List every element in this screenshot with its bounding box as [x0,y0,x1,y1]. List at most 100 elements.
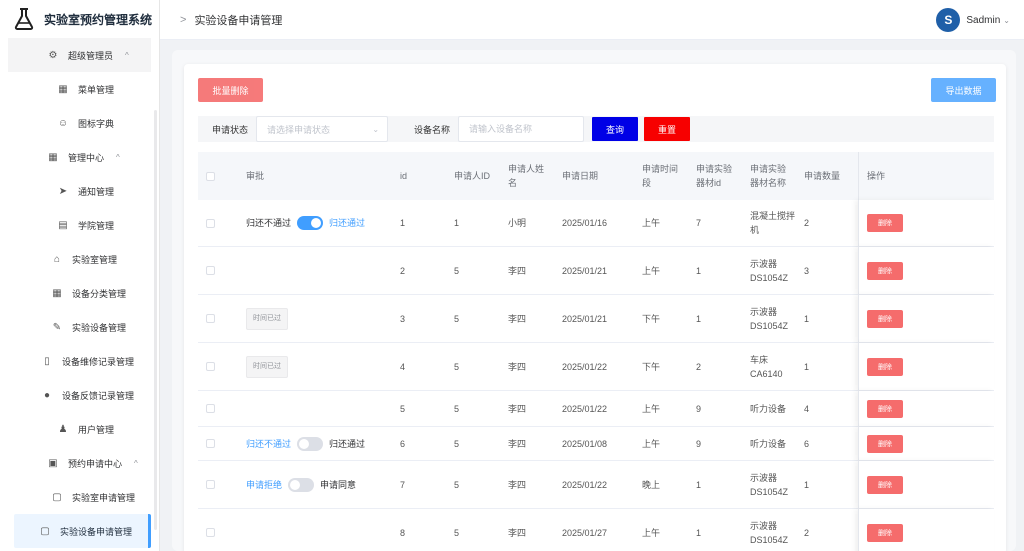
cell-equipment-name: 示波器 DS1054Z [750,258,789,283]
delete-button[interactable]: 删除 [867,309,903,328]
sidebar-item-label: 预约申请中心 [68,458,123,469]
sidebar-item[interactable]: ▦ 设备分类管理 [0,276,159,310]
sidebar-item-label: 实验室申请管理 [72,492,136,503]
edit-icon: ✎ [52,321,62,333]
cell-applicant-name: 李四 [508,361,527,372]
breadcrumb[interactable]: 实验设备申请管理 [194,12,282,28]
switch-inactive-label[interactable]: 申请拒绝 [246,478,282,492]
send-icon: ➤ [58,185,68,197]
chevron-down-icon[interactable]: ⌄ [1003,16,1010,25]
avatar[interactable]: S [936,8,961,32]
cell-date: 2025/01/21 [562,313,608,324]
sidebar-item[interactable]: ☺ 图标字典 [0,106,159,140]
delete-button[interactable]: 删除 [867,357,903,376]
cell-applicant-name: 李四 [508,527,527,538]
delete-button[interactable]: 删除 [867,399,903,418]
switch-active-label[interactable]: 归还通过 [329,437,365,451]
sidebar-item[interactable]: ⚙ 超级管理员 ^ [8,38,151,72]
device-name-input[interactable] [458,116,585,142]
sidebar-item[interactable]: ✎ 实验设备管理 [0,310,159,344]
cell-id: 2 [400,265,406,276]
sidebar-item-label: 菜单管理 [78,84,115,95]
delete-button[interactable]: 删除 [867,214,903,232]
table-row: 申请拒绝 申请同意 7 5 李四 2025/01/22 晚上 1 示波器 DS1054Z 1 删除 [198,461,994,509]
row-checkbox[interactable] [206,509,215,551]
sidebar-item-label: 设备维修记录管理 [62,356,135,367]
cell-applicant-name: 小明 [508,218,527,228]
sidebar-item[interactable]: ➤ 通知管理 [0,174,159,208]
cell-applicant-id: 1 [454,218,460,228]
sidebar-item[interactable]: ⌂ 实验室管理 [0,242,159,276]
cell-applicant-id: 5 [454,438,460,449]
sidebar-item[interactable]: ● 设备反馈记录管理 [0,378,159,412]
row-checkbox[interactable] [206,391,215,426]
cell-period: 下午 [642,361,661,372]
user-menu[interactable]: S Sadmin ⌄ [936,8,1010,32]
cell-applicant-name: 李四 [508,313,527,324]
select-all-checkbox[interactable] [206,152,215,200]
row-checkbox[interactable] [206,427,215,460]
batch-delete-button[interactable]: 批量删除 [198,78,263,102]
app-title: 实验室预约管理系统 [44,12,153,27]
cell-date: 2025/01/22 [562,403,608,414]
sidebar-scrollbar[interactable] [154,110,157,530]
cell-equipment-id: 1 [696,265,702,276]
delete-button[interactable]: 删除 [867,475,903,494]
cell-date: 2025/01/21 [562,265,608,276]
row-checkbox[interactable] [206,247,215,294]
row-checkbox[interactable] [206,343,215,390]
switch-inactive-label[interactable]: 归还不通过 [246,216,291,230]
cell-actions: 删除 [858,427,994,460]
cell-quantity: 2 [804,218,810,228]
sidebar-item[interactable]: ♟ 用户管理 [0,412,159,446]
sidebar-item-label: 设备反馈记录管理 [62,390,135,401]
approval-toggle[interactable] [297,216,324,230]
row-checkbox[interactable] [206,295,215,342]
cell-equipment-name: 听力设备 [750,403,787,414]
applications-table: 审批 id 申请人ID 申请人姓名 申请日期 申请时间段 申请实验器材id 申请… [198,152,994,551]
status-select[interactable]: 请选择申请状态 ⌄ [256,116,389,142]
col-period: 申请时间段 [642,164,679,188]
table-header: 审批 id 申请人ID 申请人姓名 申请日期 申请时间段 申请实验器材id 申请… [198,152,994,200]
cell-date: 2025/01/08 [562,438,608,449]
row-checkbox[interactable] [206,200,215,246]
sidebar-item[interactable]: ▢ 实验室申请管理 [0,480,159,514]
user-name[interactable]: Sadmin [966,15,1000,26]
delete-button[interactable]: 删除 [867,434,903,453]
approval-toggle[interactable] [297,436,324,451]
sidebar-item[interactable]: ▢ 实验设备申请管理 [14,514,151,548]
sidebar-item[interactable]: ▣ 预约申请中心 ^ [0,446,159,480]
switch-inactive-label[interactable]: 归还不通过 [246,437,291,451]
cell-applicant-id: 5 [454,527,460,538]
status-badge: 时间已过 [246,307,288,330]
delete-button[interactable]: 删除 [867,523,903,542]
cell-id: 3 [400,313,406,324]
sidebar-item[interactable]: ▤ 学院管理 [0,208,159,242]
table-row: 归还不通过 归还通过 1 1 小明 2025/01/16 上午 7 混凝土搅拌机 2 删除 [198,200,994,247]
sidebar-item[interactable]: ▦ 菜单管理 [0,72,159,106]
table-row: 时间已过 4 5 李四 2025/01/22 下午 2 车床 CA6140 1 删除 [198,343,994,391]
cell-approval: 时间已过 [246,295,288,342]
cell-period: 上午 [642,438,661,449]
export-button[interactable]: 导出数据 [931,78,996,102]
home-icon: ⌂ [53,253,61,265]
cell-actions: 删除 [858,247,994,294]
cell-id: 7 [400,479,406,490]
delete-button[interactable]: 删除 [867,261,903,280]
approval-switch-group: 归还不通过 归还通过 [246,436,365,451]
approval-toggle[interactable] [288,477,315,492]
switch-active-label[interactable]: 申请同意 [320,478,356,492]
cell-period: 上午 [642,527,661,538]
status-filter-label: 申请状态 [212,124,249,135]
sidebar-item-label: 设备分类管理 [72,288,127,299]
cell-applicant-id: 5 [454,361,460,372]
reset-button[interactable]: 重置 [644,117,691,141]
query-button[interactable]: 查询 [592,117,639,141]
sidebar: 实验室预约管理系统 ⚙ 超级管理员 ^ ▦ 菜单管理 ☺ 图标字典 ▦ 管理中心 ^ ➤ 通知管理 ▤ 学… [0,0,160,551]
chevron-up-icon: ^ [116,152,120,162]
switch-active-label[interactable]: 归还通过 [329,216,365,230]
sidebar-item[interactable]: ▦ 管理中心 ^ [0,140,159,174]
row-checkbox[interactable] [206,461,215,508]
chevron-up-icon: ^ [134,458,138,468]
sidebar-item[interactable]: ▯ 设备维修记录管理 [0,344,159,378]
